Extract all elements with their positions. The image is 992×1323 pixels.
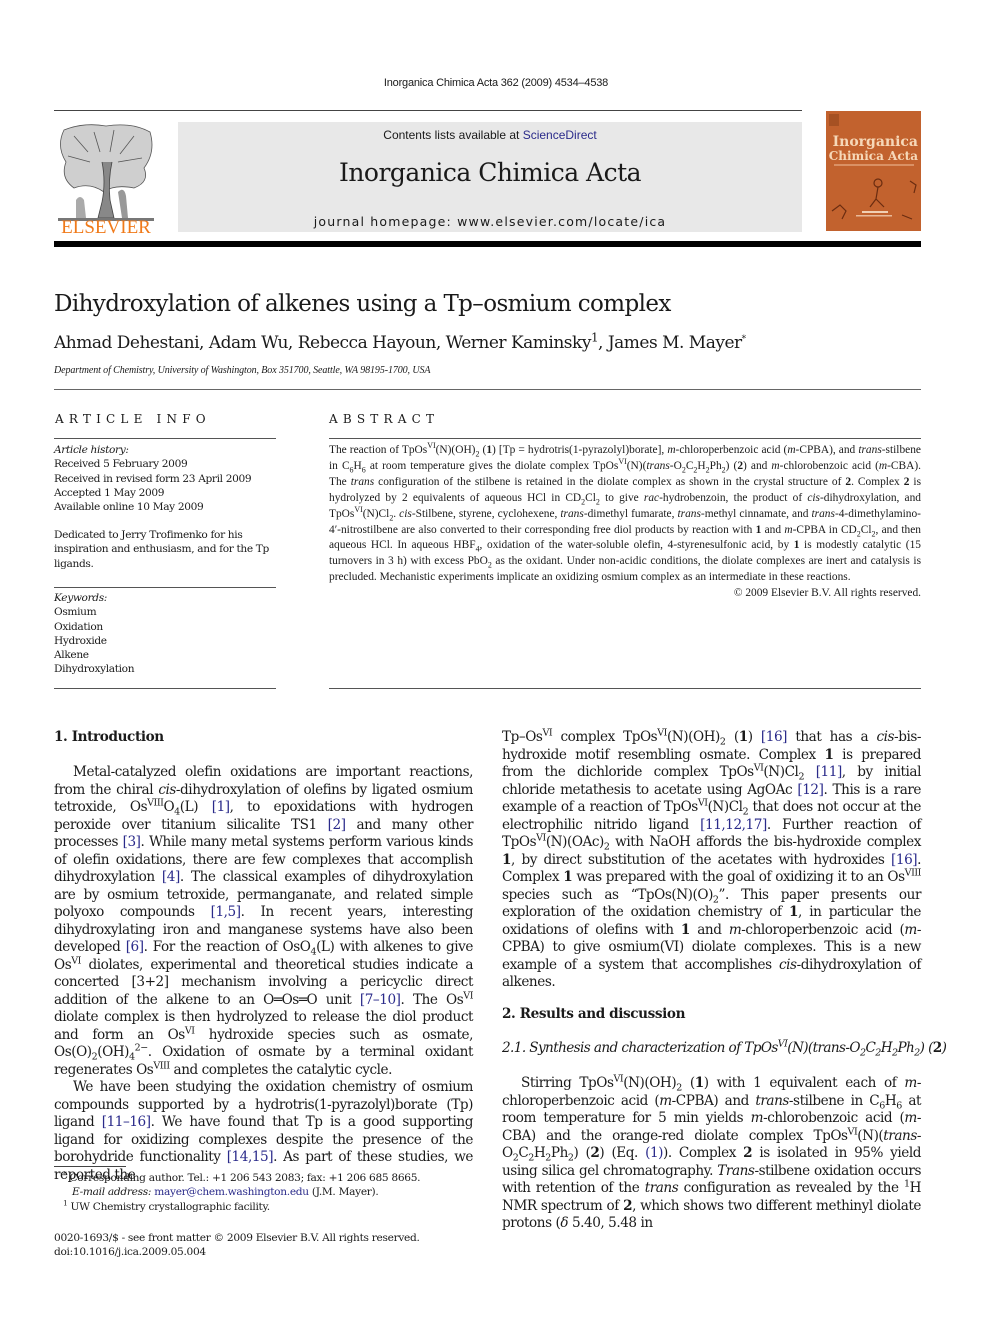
- history-item: Received 5 February 2009: [54, 458, 188, 471]
- subsection-heading-text: 2.1. Synthesis and characterization of: [502, 1040, 745, 1056]
- subsection-heading: 2.1. Synthesis and characterization of T…: [502, 1038, 947, 1059]
- article-history: Article history: Received 5 February 200…: [54, 443, 279, 514]
- journal-homepage[interactable]: journal homepage: www.elsevier.com/locat…: [178, 214, 802, 229]
- author-footnote-mark[interactable]: 1: [591, 330, 599, 344]
- top-rule: [54, 110, 802, 111]
- history-item: Received in revised form 23 April 2009: [54, 472, 252, 485]
- abstract-body: The reaction of TpOsVI(N)(OH)2 (1) [Tp =…: [329, 441, 922, 602]
- footnote-corresponding: * Corresponding author. Tel.: +1 206 543…: [63, 1169, 421, 1184]
- citation-link[interactable]: [3]: [123, 834, 141, 850]
- author[interactable]: Ahmad Dehestani: [54, 333, 200, 353]
- citation-link[interactable]: [6]: [126, 939, 144, 955]
- body-paragraph: We have been studying the oxidation chem…: [54, 1079, 473, 1183]
- contents-prefix: Contents lists available at: [383, 128, 523, 142]
- divider: [329, 688, 921, 689]
- divider: [54, 688, 276, 689]
- cover-title-line1: Inorganica: [833, 134, 918, 150]
- running-head: Inorganica Chimica Acta 362 (2009) 4534–…: [383, 77, 609, 89]
- corresponding-author-mark[interactable]: *: [742, 334, 747, 344]
- footnote-text: Corresponding author. Tel.: +1 206 543 2…: [69, 1172, 421, 1184]
- journal-name: Inorganica Chimica Acta: [338, 158, 642, 187]
- keyword: Alkene: [54, 649, 89, 662]
- citation-link[interactable]: [11–16]: [102, 1114, 151, 1130]
- citation-link[interactable]: [16]: [891, 852, 918, 868]
- elsevier-tree-icon: ELSEVIER: [58, 124, 154, 238]
- elsevier-logo[interactable]: ELSEVIER: [54, 122, 158, 238]
- keyword: Hydroxide: [54, 634, 107, 647]
- article-title: Dihydroxylation of alkenes using a Tp–os…: [54, 291, 671, 317]
- section-heading-introduction: 1. Introduction: [54, 729, 164, 745]
- journal-cover[interactable]: Inorganica Chimica Acta: [826, 111, 921, 231]
- front-matter-line: 0020-1693/$ - see front matter © 2009 El…: [54, 1232, 420, 1244]
- abstract-copyright: © 2009 Elsevier B.V. All rights reserved…: [733, 587, 921, 600]
- footnote-email: E-mail address: mayer@chem.washington.ed…: [54, 1185, 474, 1199]
- cover-title-line2: Chimica Acta: [829, 149, 919, 163]
- author[interactable]: James M. Mayer: [608, 333, 742, 353]
- author[interactable]: Adam Wu: [209, 333, 289, 353]
- divider: [329, 438, 921, 439]
- citation-link[interactable]: [12]: [797, 782, 824, 798]
- citation-link[interactable]: [11]: [816, 764, 843, 780]
- citation-link[interactable]: [4]: [162, 869, 180, 885]
- equation-link[interactable]: (1): [645, 1145, 663, 1161]
- citation-link[interactable]: [11,12,17]: [700, 817, 767, 833]
- body-column-right: Tp–OsVI complex TpOsVI(N)(OH)2 (1) [16] …: [502, 727, 922, 992]
- keyword: Osmium: [54, 606, 97, 619]
- abstract-paragraph: The reaction of TpOsVI(N)(OH)2 (1) [Tp =…: [329, 441, 922, 584]
- email-suffix: (J.M. Mayer).: [308, 1186, 379, 1199]
- citation-link[interactable]: [1,5]: [211, 904, 241, 920]
- section-heading-results: 2. Results and discussion: [502, 1006, 686, 1022]
- body-paragraph: Tp–OsVI complex TpOsVI(N)(OH)2 (1) [16] …: [502, 727, 922, 990]
- author[interactable]: Werner Kaminsky: [446, 333, 592, 353]
- citation-link[interactable]: [2]: [328, 817, 346, 833]
- keywords: Keywords: Osmium Oxidation Hydroxide Alk…: [54, 591, 279, 677]
- abstract-heading: ABSTRACT: [329, 412, 440, 426]
- contents-line: Contents lists available at ScienceDirec…: [178, 128, 802, 142]
- citation-link[interactable]: [16]: [761, 729, 788, 745]
- doi[interactable]: doi:10.1016/j.ica.2009.05.004: [54, 1245, 420, 1259]
- footnote-1: 1 UW Chemistry crystallographic facility…: [63, 1198, 271, 1213]
- dedication: Dedicated to Jerry Trofimenko for his in…: [54, 529, 269, 570]
- body-paragraph: Stirring TpOsVI(N)(OH)2 (1) with 1 equiv…: [502, 1073, 922, 1231]
- keyword: Dihydroxylation: [54, 663, 135, 676]
- footnote-text: UW Chemistry crystallographic facility.: [70, 1200, 271, 1213]
- history-label: Article history:: [54, 444, 129, 456]
- header-thick-rule: [54, 241, 921, 247]
- citation-link[interactable]: [1]: [212, 799, 230, 815]
- history-item: Available online 10 May 2009: [54, 501, 204, 514]
- sciencedirect-link[interactable]: ScienceDirect: [523, 128, 597, 142]
- history-item: Accepted 1 May 2009: [54, 486, 165, 499]
- divider: [54, 438, 276, 439]
- email-label: E-mail address:: [72, 1186, 152, 1199]
- body-column-right-2: Stirring TpOsVI(N)(OH)2 (1) with 1 equiv…: [502, 1073, 922, 1233]
- keyword: Oxidation: [54, 620, 103, 633]
- divider: [54, 389, 921, 390]
- email-link[interactable]: mayer@chem.washington.edu: [154, 1186, 309, 1198]
- body-paragraph: Metal-catalyzed olefin oxidations are im…: [54, 764, 474, 1078]
- author-list: Ahmad Dehestani, Adam Wu, Rebecca Hayoun…: [54, 330, 747, 353]
- divider: [54, 587, 276, 588]
- body-column-left: Metal-catalyzed olefin oxidations are im…: [54, 764, 473, 1184]
- author[interactable]: Rebecca Hayoun: [298, 333, 437, 353]
- publisher-name: ELSEVIER: [61, 217, 151, 234]
- journal-cover-image: Inorganica Chimica Acta: [826, 111, 921, 231]
- affiliation: Department of Chemistry, University of W…: [54, 365, 431, 376]
- footnote-rule: [54, 1166, 126, 1167]
- article-info-heading: ARTICLE INFO: [55, 412, 211, 426]
- masthead: Contents lists available at ScienceDirec…: [178, 122, 802, 232]
- citation-link[interactable]: [7–10]: [360, 992, 401, 1008]
- citation-link[interactable]: [14,15]: [227, 1149, 274, 1165]
- footnotes: * Corresponding author. Tel.: +1 206 543…: [54, 1169, 474, 1214]
- keywords-label: Keywords:: [54, 592, 108, 604]
- front-matter: 0020-1693/$ - see front matter © 2009 El…: [54, 1231, 420, 1260]
